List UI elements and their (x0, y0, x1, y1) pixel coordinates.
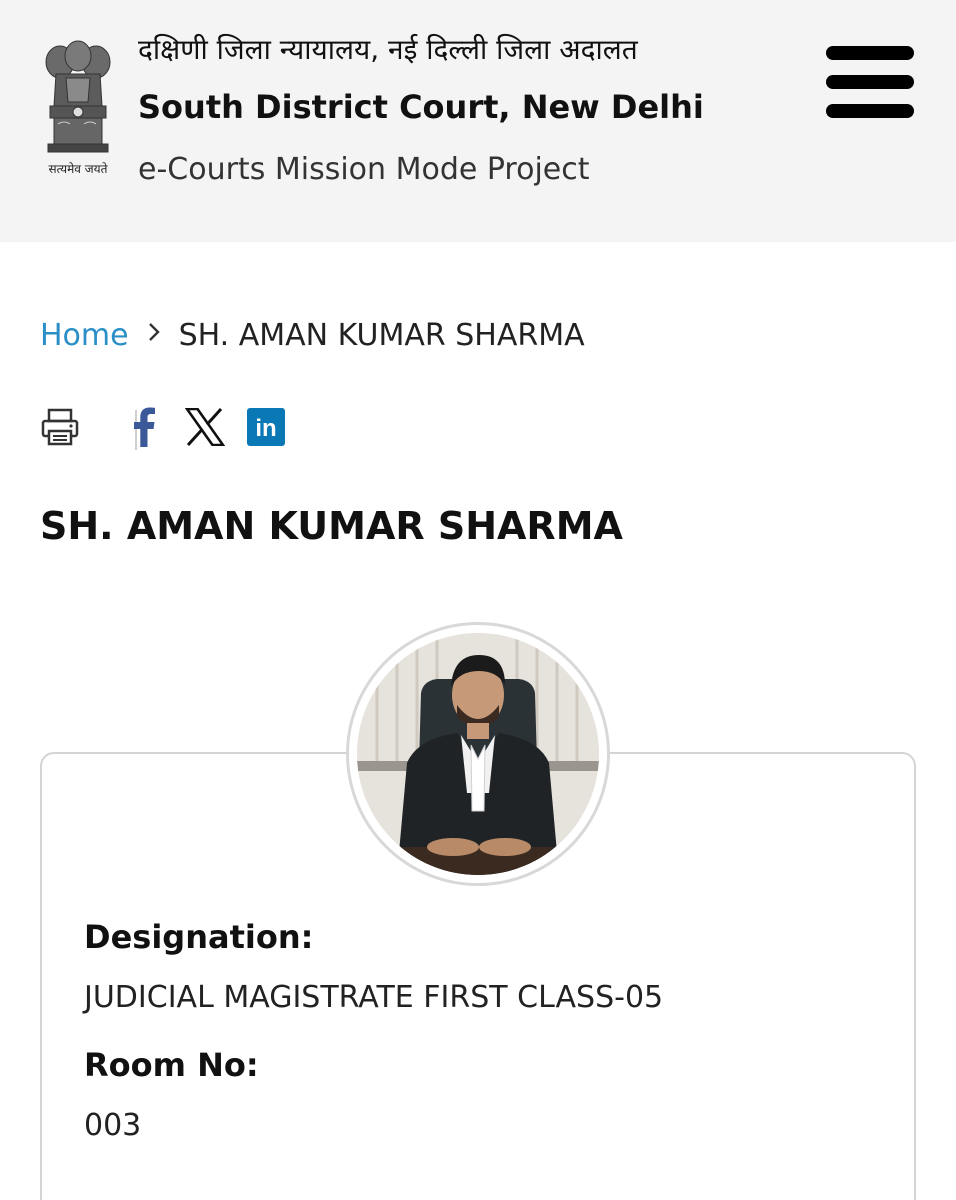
court-name-hindi: दक्षिणी जिला न्यायालय, नई दिल्ली जिला अद… (138, 33, 638, 66)
share-toolbar: in (38, 404, 298, 452)
room-no-value: 003 (84, 1108, 142, 1143)
designation-label: Designation: (84, 918, 314, 956)
breadcrumb-current: SH. AMAN KUMAR SHARMA (178, 318, 585, 353)
national-emblem-icon: सत्यमेव जयते (36, 40, 120, 180)
breadcrumb: Home SH. AMAN KUMAR SHARMA (40, 318, 585, 353)
room-no-label: Room No: (84, 1046, 259, 1084)
facebook-icon[interactable] (124, 404, 164, 450)
avatar (357, 633, 599, 875)
linkedin-icon[interactable]: in (246, 404, 286, 450)
page-title: SH. AMAN KUMAR SHARMA (40, 504, 623, 548)
breadcrumb-home-link[interactable]: Home (40, 318, 129, 353)
profile-photo (346, 622, 610, 886)
emblem-motto: सत्यमेव जयते (48, 162, 108, 176)
hamburger-menu-icon[interactable] (826, 46, 914, 118)
site-header: सत्यमेव जयते दक्षिणी जिला न्यायालय, नई द… (0, 0, 956, 242)
chevron-right-icon (147, 321, 161, 349)
linkedin-text: in (255, 415, 276, 442)
print-icon[interactable] (38, 404, 82, 450)
court-name-english[interactable]: South District Court, New Delhi (138, 88, 704, 126)
designation-value: JUDICIAL MAGISTRATE FIRST CLASS-05 (84, 980, 664, 1015)
x-icon[interactable] (184, 404, 226, 450)
project-subtitle: e-Courts Mission Mode Project (138, 152, 590, 187)
